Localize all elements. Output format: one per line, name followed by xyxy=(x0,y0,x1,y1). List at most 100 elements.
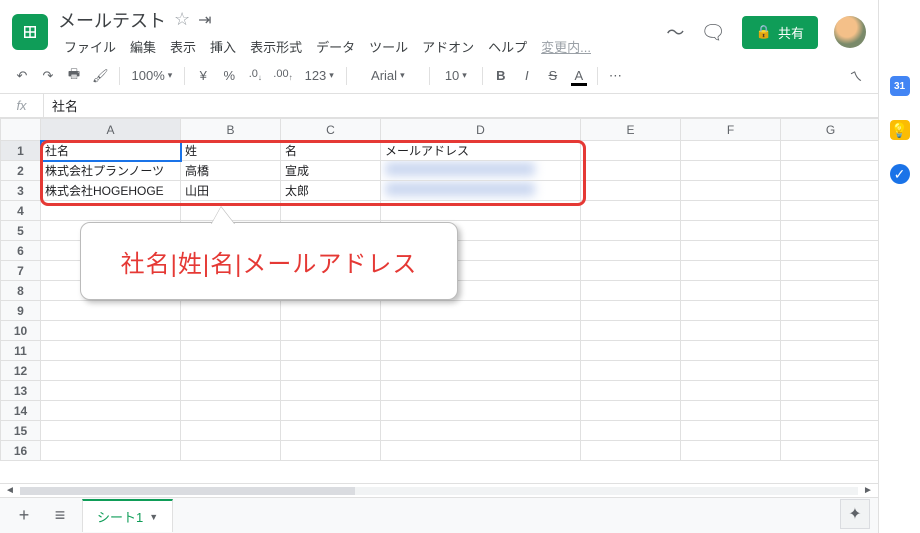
cell[interactable] xyxy=(41,441,181,461)
move-icon[interactable]: ⇥ xyxy=(198,10,211,30)
document-title[interactable]: メールテスト xyxy=(58,7,166,33)
row-header[interactable]: 4 xyxy=(1,201,41,221)
redo-button[interactable]: ↷ xyxy=(36,63,60,89)
cell[interactable] xyxy=(581,221,681,241)
cell[interactable] xyxy=(581,241,681,261)
cell[interactable] xyxy=(41,201,181,221)
cell[interactable]: 姓 xyxy=(181,141,281,161)
cell[interactable] xyxy=(581,161,681,181)
menu-help[interactable]: ヘルプ xyxy=(482,35,533,58)
cell[interactable] xyxy=(41,301,181,321)
collapse-toolbar-button[interactable]: ㄟ xyxy=(844,63,868,89)
cell[interactable] xyxy=(681,141,781,161)
cell[interactable] xyxy=(381,341,581,361)
activity-icon[interactable]: 〜 xyxy=(666,19,684,45)
explore-button[interactable]: ✦ xyxy=(840,499,870,529)
fx-icon[interactable]: fx xyxy=(0,94,44,117)
cell[interactable]: 社名 xyxy=(41,141,181,161)
bold-button[interactable]: B xyxy=(489,63,513,89)
cell[interactable] xyxy=(681,301,781,321)
cell[interactable]: 山田 xyxy=(181,181,281,201)
cell[interactable] xyxy=(581,381,681,401)
cell[interactable] xyxy=(781,241,879,261)
cell[interactable] xyxy=(381,441,581,461)
cell[interactable] xyxy=(581,341,681,361)
cell[interactable] xyxy=(281,381,381,401)
column-header-b[interactable]: B xyxy=(181,119,281,141)
cell[interactable]: 宣成 xyxy=(281,161,381,181)
font-size-select[interactable]: 10 xyxy=(436,63,476,89)
cell[interactable] xyxy=(381,401,581,421)
row-header[interactable]: 14 xyxy=(1,401,41,421)
calendar-icon[interactable]: 31 xyxy=(890,76,910,96)
menu-data[interactable]: データ xyxy=(310,35,361,58)
select-all-corner[interactable] xyxy=(1,119,41,141)
cell[interactable] xyxy=(581,281,681,301)
cell[interactable] xyxy=(381,201,581,221)
text-color-button[interactable]: A xyxy=(567,63,591,89)
comments-icon[interactable]: 🗨 xyxy=(700,20,725,45)
cell[interactable] xyxy=(381,161,581,181)
cell[interactable] xyxy=(581,361,681,381)
cell[interactable] xyxy=(781,421,879,441)
add-sheet-button[interactable]: + xyxy=(10,502,38,530)
cell[interactable] xyxy=(581,141,681,161)
star-icon[interactable]: ☆ xyxy=(174,9,190,30)
column-header-c[interactable]: C xyxy=(281,119,381,141)
cell[interactable] xyxy=(781,261,879,281)
cell[interactable] xyxy=(581,301,681,321)
column-header-a[interactable]: A xyxy=(41,119,181,141)
strike-button[interactable]: S xyxy=(541,63,565,89)
cell[interactable] xyxy=(781,441,879,461)
cell[interactable] xyxy=(281,201,381,221)
cell[interactable] xyxy=(781,221,879,241)
scroll-left-icon[interactable]: ◄ xyxy=(0,485,20,496)
spreadsheet-grid[interactable]: A B C D E F G 1社名姓名メールアドレス2株式会社プランノーツ高橋宣… xyxy=(0,118,878,483)
cell[interactable] xyxy=(281,321,381,341)
currency-button[interactable]: ¥ xyxy=(191,63,215,89)
row-header[interactable]: 7 xyxy=(1,261,41,281)
row-header[interactable]: 9 xyxy=(1,301,41,321)
cell[interactable] xyxy=(181,381,281,401)
cell[interactable] xyxy=(581,441,681,461)
column-header-g[interactable]: G xyxy=(781,119,879,141)
cell[interactable] xyxy=(581,321,681,341)
menu-addons[interactable]: アドオン xyxy=(416,35,480,58)
italic-button[interactable]: I xyxy=(515,63,539,89)
menu-format[interactable]: 表示形式 xyxy=(244,35,308,58)
row-header[interactable]: 5 xyxy=(1,221,41,241)
menu-insert[interactable]: 挿入 xyxy=(204,35,242,58)
more-toolbar-button[interactable]: ⋯ xyxy=(604,63,628,89)
cell[interactable] xyxy=(681,161,781,181)
cell[interactable] xyxy=(181,301,281,321)
row-header[interactable]: 13 xyxy=(1,381,41,401)
cell[interactable] xyxy=(281,361,381,381)
cell[interactable] xyxy=(781,161,879,181)
row-header[interactable]: 6 xyxy=(1,241,41,261)
row-header[interactable]: 12 xyxy=(1,361,41,381)
cell[interactable] xyxy=(781,301,879,321)
cell[interactable] xyxy=(181,421,281,441)
row-header[interactable]: 2 xyxy=(1,161,41,181)
column-header-e[interactable]: E xyxy=(581,119,681,141)
undo-button[interactable]: ↶ xyxy=(10,63,34,89)
cell[interactable] xyxy=(181,321,281,341)
scroll-right-icon[interactable]: ► xyxy=(858,485,878,496)
cell[interactable] xyxy=(41,341,181,361)
cell[interactable] xyxy=(381,361,581,381)
cell[interactable] xyxy=(581,181,681,201)
sheet-tab-1[interactable]: シート1 ▼ xyxy=(82,499,173,532)
zoom-select[interactable]: 100% xyxy=(126,63,179,89)
row-header[interactable]: 16 xyxy=(1,441,41,461)
cell[interactable] xyxy=(781,141,879,161)
cell[interactable] xyxy=(681,401,781,421)
cell[interactable] xyxy=(381,421,581,441)
cell[interactable] xyxy=(281,441,381,461)
cell[interactable] xyxy=(281,301,381,321)
cell[interactable] xyxy=(181,401,281,421)
cell[interactable] xyxy=(781,281,879,301)
cell[interactable] xyxy=(181,361,281,381)
menu-file[interactable]: ファイル xyxy=(58,35,122,58)
increase-decimal-button[interactable]: .00↑ xyxy=(269,63,296,89)
cell[interactable]: 名 xyxy=(281,141,381,161)
